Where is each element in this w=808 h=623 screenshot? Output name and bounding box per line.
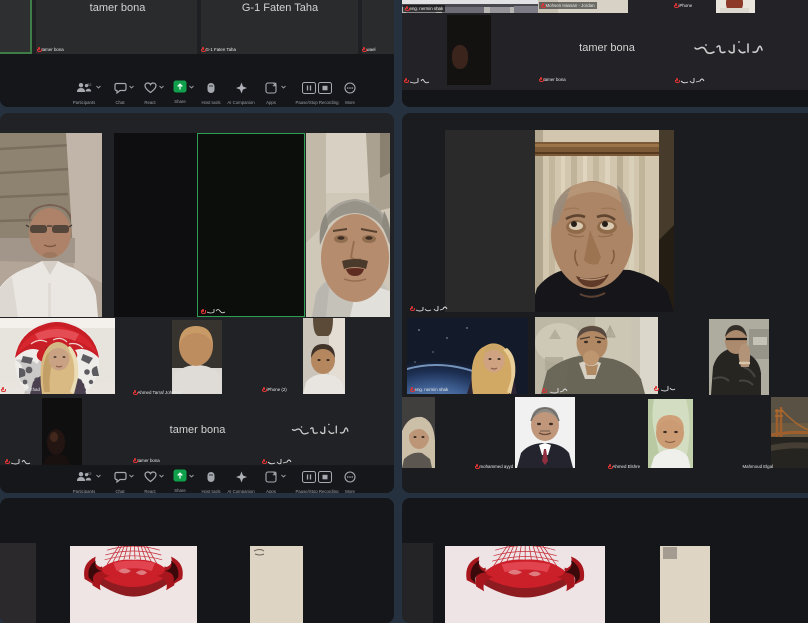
svg-text:62: 62 xyxy=(87,471,92,476)
svg-text:62: 62 xyxy=(87,82,92,87)
